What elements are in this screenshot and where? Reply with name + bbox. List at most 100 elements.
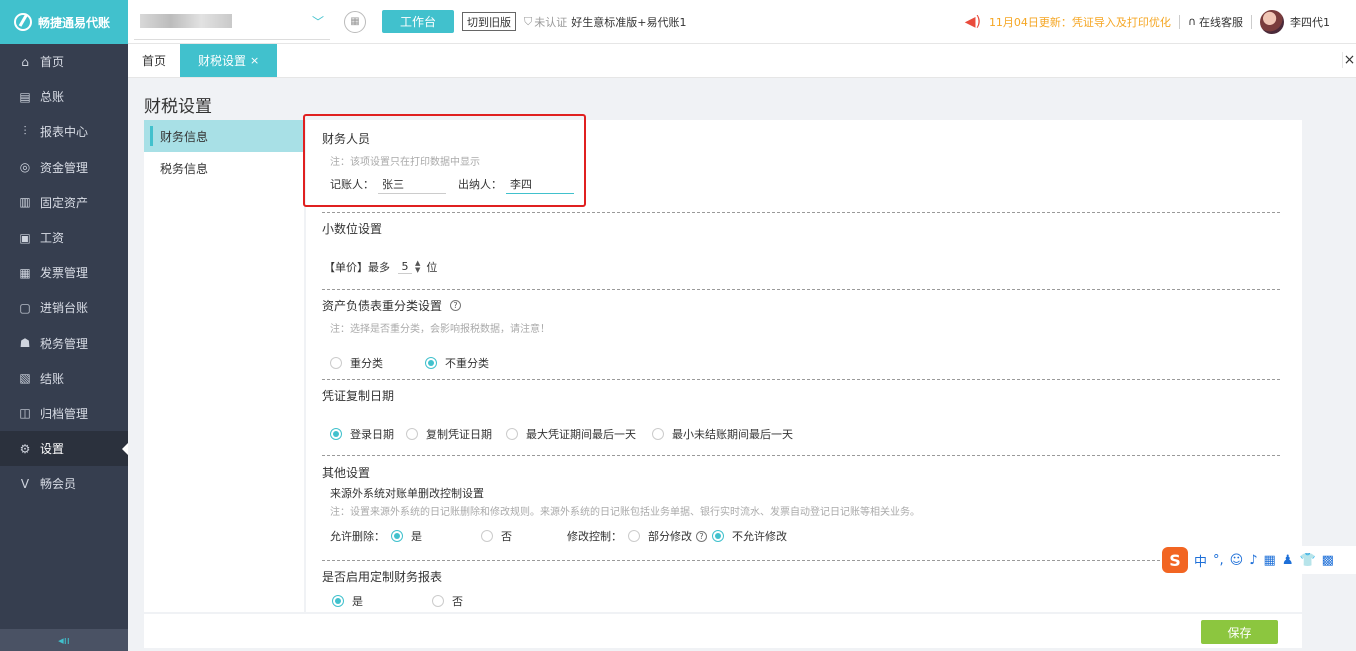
settings-subnav: 财务信息 税务信息 <box>144 120 304 612</box>
decimal-stepper[interactable]: 5 ▲ ▼ <box>398 260 420 274</box>
radio-no-modify[interactable]: 不允许修改 <box>712 528 787 544</box>
archive-icon: ◫ <box>19 406 31 421</box>
tab-home-label: 首页 <box>142 54 167 68</box>
subnav-finance-info[interactable]: 财务信息 <box>144 120 304 152</box>
online-service-label: 在线客服 <box>1199 15 1243 29</box>
radio-allow-delete-yes[interactable]: 是 <box>391 528 481 544</box>
decimal-suffix: 位 <box>426 261 438 274</box>
other-settings-section: 其他设置 来源外系统对账单删改控制设置 注：设置来源外系统的日记账删除和修改规则… <box>322 464 920 544</box>
ime-skin-icon[interactable]: 👕 <box>1299 553 1315 568</box>
ime-emoji-icon[interactable]: ☺ <box>1230 553 1244 568</box>
app-logo[interactable]: 畅捷通易代账 <box>0 0 128 44</box>
divider <box>322 379 1280 380</box>
highlight-box <box>303 114 586 207</box>
sidebar-item-inventory[interactable]: ▢ 进销台账 <box>0 290 128 325</box>
sidebar-item-tax[interactable]: ☗ 税务管理 <box>0 326 128 361</box>
sidebar-item-fund[interactable]: ◎ 资金管理 <box>0 150 128 185</box>
online-service-button[interactable]: ∩ 在线客服 <box>1188 14 1243 30</box>
update-notice[interactable]: ◀) 11月04日更新：凭证导入及打印优化 <box>965 14 1171 30</box>
radio-custom-report-yes[interactable]: 是 <box>332 593 432 609</box>
radio-label: 否 <box>501 530 512 543</box>
sidebar-item-invoice[interactable]: ▦ 发票管理 <box>0 255 128 290</box>
help-icon[interactable]: ? <box>696 530 707 542</box>
radio-login-date[interactable]: 登录日期 <box>330 426 406 442</box>
radio-max-period-last-day[interactable]: 最大凭证期间最后一天 <box>506 426 652 442</box>
radio-allow-delete-no[interactable]: 否 <box>481 528 567 544</box>
sidebar-item-vip[interactable]: V 畅会员 <box>0 466 128 501</box>
close-icon[interactable]: × <box>250 54 259 67</box>
sidebar-item-asset[interactable]: ▥ 固定资产 <box>0 185 128 220</box>
help-icon[interactable]: ? <box>450 300 462 311</box>
radio-dot <box>712 530 724 542</box>
invoice-icon: ▦ <box>19 265 31 280</box>
section-title: 资产负债表重分类设置 <box>322 299 443 313</box>
cert-status[interactable]: ⛉ 未认证 <box>524 14 567 30</box>
logo-text: 畅捷通易代账 <box>38 15 111 30</box>
sidebar-item-archive[interactable]: ◫ 归档管理 <box>0 396 128 431</box>
tab-home[interactable]: 首页 <box>128 44 180 77</box>
radio-label: 登录日期 <box>350 428 394 441</box>
sidebar-item-label: 畅会员 <box>40 477 77 492</box>
ime-user-icon[interactable]: ♟ <box>1282 553 1294 568</box>
asset-icon: ▥ <box>19 195 31 210</box>
sidebar-item-closing[interactable]: ▧ 结账 <box>0 361 128 396</box>
radio-min-open-period-last-day[interactable]: 最小未结账期间最后一天 <box>652 426 793 442</box>
radio-label: 否 <box>452 595 463 608</box>
sidebar-item-chart[interactable]: ⫶ 报表中心 <box>0 114 128 149</box>
workbench-button[interactable]: 工作台 <box>382 10 454 33</box>
tab-finance-settings[interactable]: 财税设置 × <box>180 44 278 77</box>
ime-voice-icon[interactable]: ♪ <box>1249 553 1257 568</box>
radio-label: 部分修改 <box>648 530 692 543</box>
sogou-logo-icon[interactable]: S <box>1162 547 1188 573</box>
radio-label: 是 <box>411 530 422 543</box>
sidebar-item-label: 总账 <box>40 90 65 105</box>
radio-dot <box>481 530 493 542</box>
radio-partial-modify[interactable]: 部分修改? <box>628 528 712 544</box>
divider <box>322 212 1280 213</box>
inventory-icon: ▢ <box>19 300 31 315</box>
radio-dot <box>432 595 444 607</box>
divider <box>322 455 1280 456</box>
radio-label: 最小未结账期间最后一天 <box>672 428 793 441</box>
close-all-tabs-icon[interactable]: × <box>1342 52 1356 68</box>
divider <box>1251 14 1252 29</box>
footer-bar: 保存 <box>144 614 1302 648</box>
sidebar-item-label: 首页 <box>40 55 65 70</box>
sidebar-item-label: 资金管理 <box>40 160 89 175</box>
sidebar-item-label: 归档管理 <box>40 406 89 421</box>
radio-dot <box>406 428 418 440</box>
ime-keyboard-icon[interactable]: ▦ <box>1264 553 1276 568</box>
sidebar-item-gear[interactable]: ⚙ 设置 <box>0 431 128 467</box>
ime-punct-icon[interactable]: °, <box>1213 553 1224 568</box>
sidebar-collapse-button[interactable]: ◂ıı <box>0 629 128 651</box>
stepper-arrows-icon[interactable]: ▲ ▼ <box>415 260 420 274</box>
sidebar-item-salary[interactable]: ▣ 工资 <box>0 220 128 255</box>
vip-icon: V <box>20 476 30 491</box>
section-title: 其他设置 <box>322 466 371 480</box>
radio-no-reclassify[interactable]: 不重分类 <box>425 355 489 371</box>
switch-old-version-button[interactable]: 切到旧版 <box>462 12 516 31</box>
radio-dot <box>506 428 518 440</box>
subnav-tax-info[interactable]: 税务信息 <box>144 152 304 184</box>
ime-chinese-icon[interactable]: 中 <box>1194 551 1207 570</box>
tab-finance-settings-label: 财税设置 <box>198 54 247 68</box>
sidebar-item-home[interactable]: ⌂ 首页 <box>0 44 128 79</box>
ime-menu-icon[interactable]: ▩ <box>1322 553 1334 568</box>
sidebar-item-ledger[interactable]: ▤ 总账 <box>0 79 128 114</box>
section-title: 凭证复制日期 <box>322 389 395 403</box>
save-button[interactable]: 保存 <box>1201 620 1278 644</box>
sidebar-item-label: 发票管理 <box>40 266 89 281</box>
calendar-icon[interactable]: ▦ <box>344 10 366 33</box>
radio-label: 复制凭证日期 <box>426 428 492 441</box>
fund-icon: ◎ <box>19 160 31 175</box>
decimal-section: 小数位设置 【单价】最多 5 ▲ ▼ 位 <box>322 220 437 275</box>
decimal-value[interactable]: 5 <box>398 260 412 274</box>
radio-reclassify[interactable]: 重分类 <box>330 355 383 371</box>
chevron-down-icon: ﹀ <box>311 14 324 29</box>
radio-custom-report-no[interactable]: 否 <box>432 593 463 609</box>
user-menu[interactable]: 李四代1 <box>1260 9 1330 34</box>
divider <box>322 560 1280 561</box>
radio-copy-voucher-date[interactable]: 复制凭证日期 <box>406 426 506 442</box>
company-select[interactable]: ﹀ <box>134 4 330 40</box>
ledger-icon: ▤ <box>19 89 31 104</box>
